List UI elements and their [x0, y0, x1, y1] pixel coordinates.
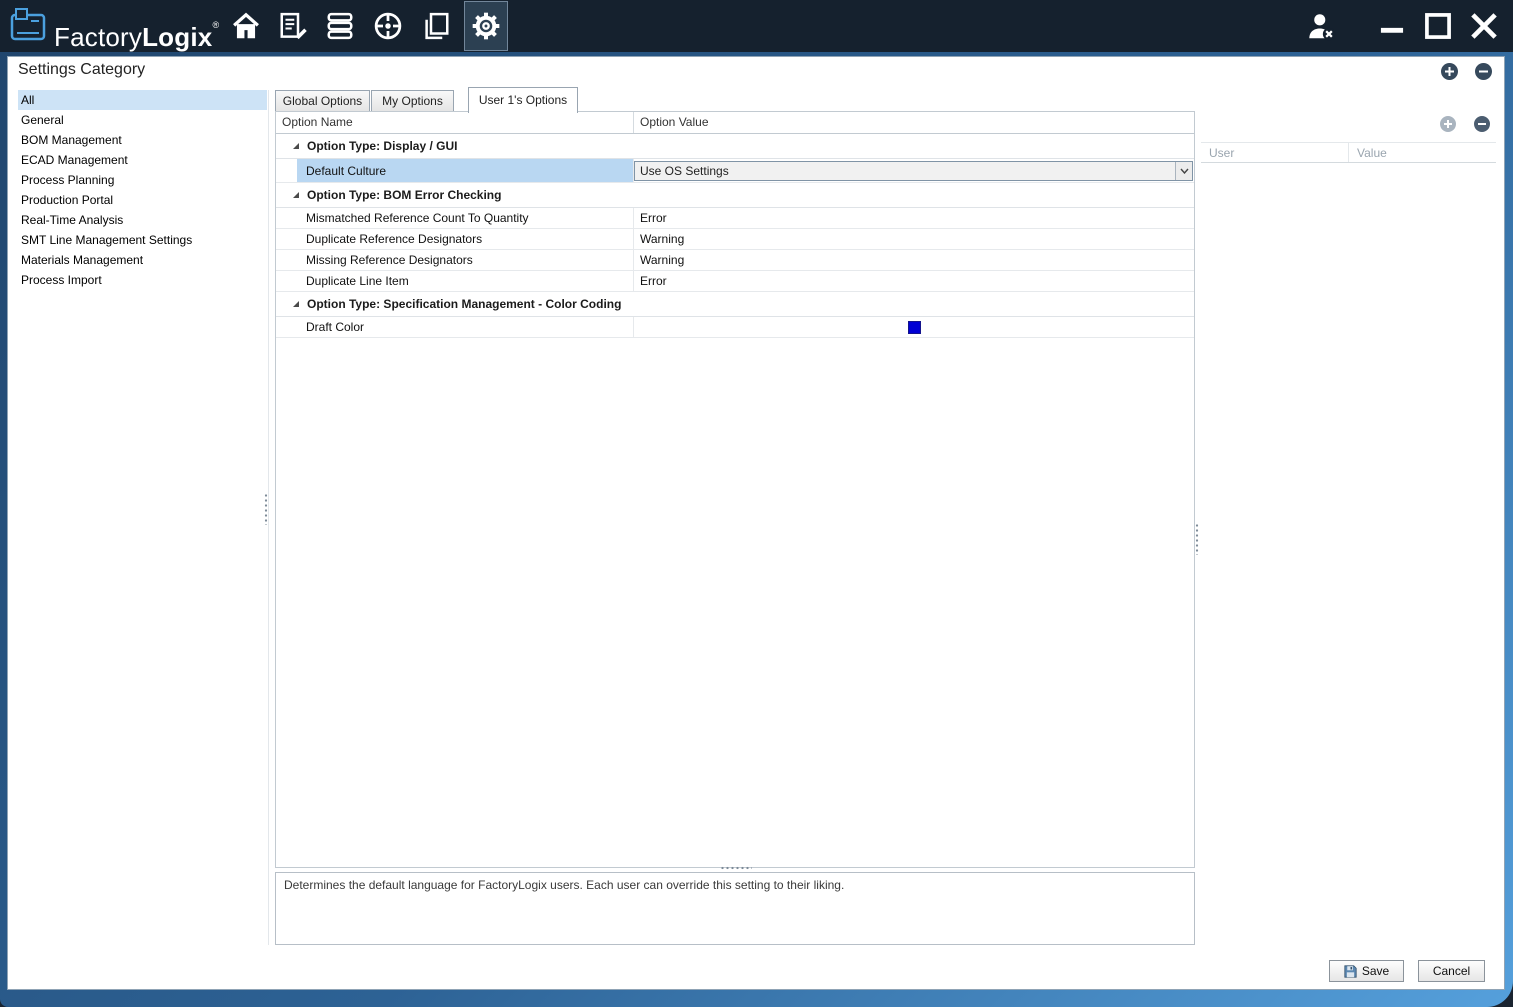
chevron-down-icon[interactable]	[1175, 162, 1192, 180]
sidebar-item-ecad-management[interactable]: ECAD Management	[18, 150, 267, 170]
sidebar-item-bom-management[interactable]: BOM Management	[18, 130, 267, 150]
factorylogix-logo-icon	[10, 7, 46, 45]
tab-my-options[interactable]: My Options	[371, 90, 454, 112]
sidebar-item-process-import[interactable]: Process Import	[18, 270, 267, 290]
titlebar: FactoryLogix®	[0, 0, 1513, 52]
group-expander-icon[interactable]	[292, 142, 300, 150]
group-expander-icon[interactable]	[292, 191, 300, 199]
npi-report-icon[interactable]	[277, 10, 309, 42]
options-table-header: Option Name Option Value	[276, 112, 1194, 134]
tab-global-options[interactable]: Global Options	[275, 90, 370, 112]
add-user-value-button[interactable]	[1440, 116, 1456, 132]
sidebar-item-all[interactable]: All	[18, 90, 267, 110]
group-expander-icon[interactable]	[292, 300, 300, 308]
option-row-default-culture[interactable]: Default Culture Use OS Settings	[276, 159, 1194, 183]
tab-user-1-options[interactable]: User 1's Options	[468, 87, 578, 113]
option-row-duplicate-line-item[interactable]: Duplicate Line Item Error	[276, 271, 1194, 292]
plus-icon	[1444, 120, 1452, 128]
sidebar-item-materials-management[interactable]: Materials Management	[18, 250, 267, 270]
minimize-icon[interactable]	[1375, 9, 1409, 43]
sidebar-item-general[interactable]: General	[18, 110, 267, 130]
page-title: Settings Category	[18, 61, 145, 79]
group-header-bom-error-checking[interactable]: Option Type: BOM Error Checking	[276, 183, 1194, 208]
option-row-missing-reference-designators[interactable]: Missing Reference Designators Warning	[276, 250, 1194, 271]
column-header-value[interactable]: Value	[1349, 143, 1496, 162]
maximize-icon[interactable]	[1421, 9, 1455, 43]
minus-icon	[1479, 67, 1488, 76]
default-culture-dropdown[interactable]: Use OS Settings	[634, 161, 1193, 181]
panel-divider	[268, 90, 269, 945]
column-header-option-name[interactable]: Option Name	[276, 112, 634, 133]
remove-user-value-button[interactable]	[1474, 116, 1490, 132]
sidebar-item-real-time-analysis[interactable]: Real-Time Analysis	[18, 210, 267, 230]
close-icon[interactable]	[1467, 9, 1501, 43]
column-header-user[interactable]: User	[1201, 143, 1349, 162]
settings-gear-button[interactable]	[464, 1, 508, 51]
save-floppy-icon	[1344, 965, 1357, 978]
selected-option-name: Default Culture	[297, 159, 633, 182]
app-title: FactoryLogix®	[54, 0, 219, 52]
option-row-duplicate-reference-designators[interactable]: Duplicate Reference Designators Warning	[276, 229, 1194, 250]
option-description-text: Determines the default language for Fact…	[284, 878, 844, 892]
plus-icon	[1445, 67, 1454, 76]
right-splitter-handle[interactable]	[1195, 523, 1199, 555]
application-window: FactoryLogix®	[0, 0, 1513, 1007]
sidebar-item-production-portal[interactable]: Production Portal	[18, 190, 267, 210]
cancel-button[interactable]: Cancel	[1418, 960, 1485, 982]
settings-panel: Settings Category All General BOM Manage…	[7, 56, 1505, 990]
materials-stack-icon[interactable]	[324, 10, 356, 42]
column-header-option-value[interactable]: Option Value	[634, 112, 1194, 133]
add-category-button[interactable]	[1441, 63, 1458, 80]
left-splitter-handle[interactable]	[264, 493, 268, 525]
draft-color-swatch[interactable]	[908, 321, 921, 334]
user-value-grid-header: User Value	[1201, 142, 1496, 163]
dropdown-selected-value: Use OS Settings	[640, 164, 729, 178]
sidebar-item-smt-line-management[interactable]: SMT Line Management Settings	[18, 230, 267, 250]
home-icon[interactable]	[230, 10, 262, 42]
save-button[interactable]: Save	[1329, 960, 1404, 982]
documents-icon[interactable]	[420, 10, 452, 42]
options-table: Option Name Option Value Option Type: Di…	[275, 111, 1195, 868]
settings-gear-icon	[470, 10, 502, 42]
group-header-specification-color-coding[interactable]: Option Type: Specification Management - …	[276, 292, 1194, 317]
option-description-box: Determines the default language for Fact…	[275, 872, 1195, 945]
sidebar-item-process-planning[interactable]: Process Planning	[18, 170, 267, 190]
horizontal-splitter-handle[interactable]	[720, 866, 752, 870]
options-tab-bar: Global Options My Options User 1's Optio…	[275, 87, 1195, 112]
operations-disc-icon[interactable]	[372, 10, 404, 42]
group-header-display-gui[interactable]: Option Type: Display / GUI	[276, 134, 1194, 159]
option-row-draft-color[interactable]: Draft Color	[276, 317, 1194, 338]
remove-category-button[interactable]	[1475, 63, 1492, 80]
settings-category-list: All General BOM Management ECAD Manageme…	[18, 90, 267, 290]
user-logoff-icon[interactable]	[1304, 9, 1338, 43]
minus-icon	[1478, 120, 1486, 128]
option-row-mismatched-reference[interactable]: Mismatched Reference Count To Quantity E…	[276, 208, 1194, 229]
